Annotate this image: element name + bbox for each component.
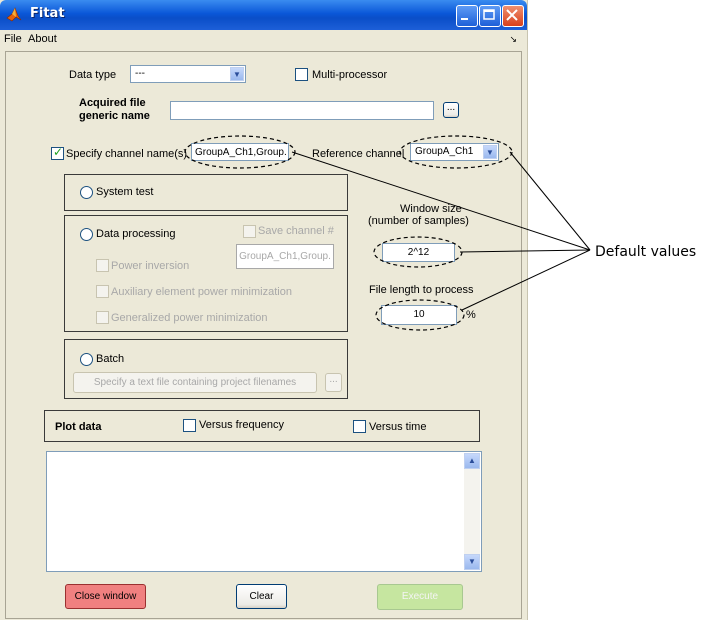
callout-line-window-size <box>459 249 591 253</box>
callout-line-specify-channel <box>291 151 591 251</box>
callout-line-file-length <box>461 249 591 311</box>
window-size-highlight <box>373 236 463 268</box>
default-values-annotation: Default values <box>595 244 697 260</box>
reference-channel-highlight <box>399 135 513 169</box>
callout-line-reference-channel <box>509 151 591 251</box>
specify-channel-highlight <box>184 135 296 169</box>
annotation-overlay <box>184 135 591 331</box>
file-length-highlight <box>375 299 465 331</box>
